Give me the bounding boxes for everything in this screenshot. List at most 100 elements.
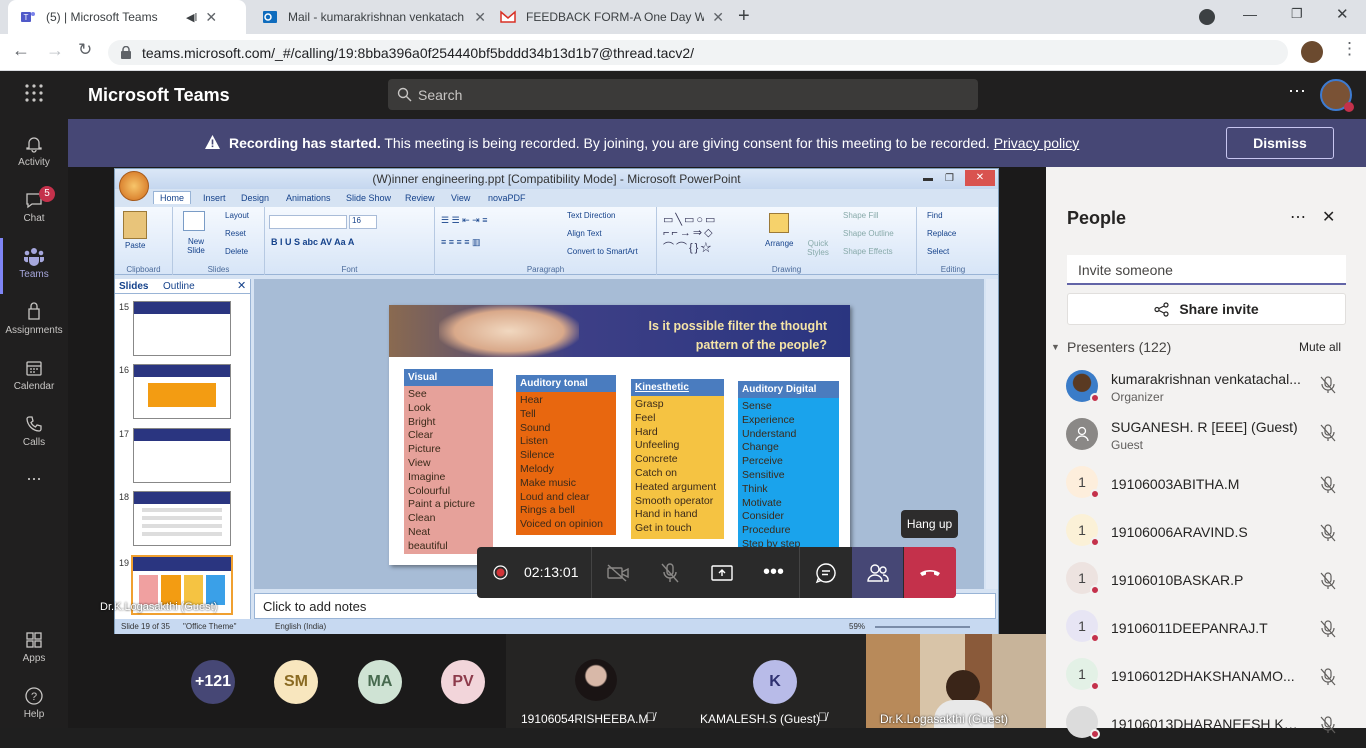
mic-off-icon[interactable] [1320, 572, 1336, 590]
mic-off-icon[interactable] [1320, 716, 1336, 734]
restore-icon[interactable]: ❐ [1291, 6, 1303, 22]
ppt-restore-icon[interactable]: ❐ [945, 169, 954, 189]
participant-row[interactable]: 19106013DHARANEESH KU... [1046, 700, 1366, 748]
ppt-tab-design[interactable]: Design [241, 193, 269, 203]
camera-button[interactable] [592, 547, 643, 598]
align-buttons[interactable]: ≡ ≡ ≡ ≡ ▥ [441, 237, 481, 248]
list-buttons[interactable]: ☰ ☰ ⇤ ⇥ ≡ [441, 215, 487, 226]
rail-more[interactable]: ... [0, 464, 68, 520]
participant-row[interactable]: 1 19106003ABITHA.M [1046, 460, 1366, 508]
participant-row[interactable]: 1 19106006ARAVIND.S [1046, 508, 1366, 556]
font-size-field[interactable]: 16 [349, 215, 377, 229]
ppt-tab-slideshow[interactable]: Slide Show [346, 193, 391, 203]
privacy-policy-link[interactable]: Privacy policy [994, 135, 1080, 151]
slide-thumbnail[interactable] [133, 364, 231, 419]
layout-button[interactable]: Layout [225, 211, 249, 220]
align-text-button[interactable]: Align Text [567, 229, 602, 238]
slide-thumbnail[interactable] [133, 301, 231, 356]
participant-row[interactable]: 1 19106012DHAKSHANAMO... [1046, 652, 1366, 700]
shape-effects-button[interactable]: Shape Effects [843, 247, 893, 256]
outline-tab[interactable]: Outline [163, 281, 195, 292]
font-name-field[interactable] [269, 215, 347, 229]
bold-button[interactable]: B I U S abc AV Aa A [271, 237, 354, 247]
mic-off-icon[interactable] [1320, 668, 1336, 686]
participant-initial-avatar[interactable]: SM [274, 660, 318, 704]
participant-row[interactable]: 1 19106010BASKAR.P [1046, 556, 1366, 604]
vertical-scrollbar[interactable] [986, 279, 998, 589]
paste-icon[interactable] [123, 211, 147, 239]
profile-avatar[interactable] [1301, 41, 1323, 63]
slide-thumbnail[interactable] [133, 428, 231, 483]
ppt-minimize-icon[interactable]: ▬ [923, 169, 933, 189]
participant-initial-avatar[interactable]: PV [441, 660, 485, 704]
close-tab-icon[interactable]: ✕ [205, 9, 217, 26]
participant-row[interactable]: kumarakrishnan venkatachal... Organizer [1046, 364, 1366, 412]
mic-off-icon[interactable] [1320, 376, 1336, 394]
rail-activity[interactable]: Activity [0, 126, 68, 182]
panel-more-icon[interactable]: ⋯ [1290, 207, 1306, 227]
browser-tab-mail[interactable]: Mail - kumarakrishnan venkatach ✕ [250, 0, 486, 34]
close-panel-icon[interactable]: ✕ [1322, 207, 1335, 227]
text-direction-button[interactable]: Text Direction [567, 211, 615, 220]
participant-initial-avatar[interactable]: +121 [191, 660, 235, 704]
participant-row[interactable]: SUGANESH. R [EEE] (Guest) Guest [1046, 412, 1366, 460]
ppt-tab-animations[interactable]: Animations [286, 193, 331, 203]
chat-button[interactable] [800, 547, 851, 598]
speaker-icon[interactable]: ◀ǀ [186, 11, 197, 24]
ppt-tab-insert[interactable]: Insert [203, 193, 226, 203]
mute-all-button[interactable]: Mute all [1299, 340, 1341, 354]
delete-button[interactable]: Delete [225, 247, 248, 256]
ppt-tab-view[interactable]: View [451, 193, 470, 203]
rail-teams[interactable]: Teams [0, 238, 68, 294]
shape-fill-button[interactable]: Shape Fill [843, 211, 879, 220]
shape-outline-button[interactable]: Shape Outline [843, 229, 894, 238]
search-input[interactable]: Search [388, 79, 978, 110]
ppt-tab-review[interactable]: Review [405, 193, 435, 203]
mic-off-icon[interactable] [1320, 476, 1336, 494]
smartart-button[interactable]: Convert to SmartArt [567, 247, 638, 256]
ppt-tab-home[interactable]: Home [153, 191, 192, 204]
hang-up-button[interactable] [904, 547, 956, 598]
more-actions-button[interactable]: ••• [748, 547, 799, 598]
ppt-tab-novapdf[interactable]: novaPDF [488, 193, 526, 203]
close-tab-icon[interactable]: ✕ [712, 9, 724, 26]
presenters-header[interactable]: Presenters (122) [1067, 339, 1171, 355]
rail-assignments[interactable]: Assignments [0, 294, 68, 350]
mic-off-icon[interactable] [1320, 424, 1336, 442]
back-icon[interactable]: ← [12, 40, 30, 61]
mic-off-icon[interactable] [1320, 524, 1336, 542]
rail-calls[interactable]: Calls [0, 406, 68, 462]
collapse-chevron-icon[interactable]: ▼ [1051, 342, 1060, 352]
replace-button[interactable]: Replace [927, 229, 956, 238]
rail-help[interactable]: ? Help [0, 678, 68, 734]
slide-thumbnail[interactable] [133, 491, 231, 546]
slides-tab[interactable]: Slides [119, 281, 148, 292]
profile-menu-icon[interactable] [1199, 9, 1215, 25]
new-slide-icon[interactable] [183, 211, 205, 231]
participants-button[interactable] [852, 547, 903, 598]
reload-icon[interactable]: ↻ [78, 40, 92, 60]
dismiss-button[interactable]: Dismiss [1226, 127, 1334, 159]
ppt-close-icon[interactable]: ✕ [965, 170, 995, 186]
forward-icon[interactable]: → [46, 40, 64, 61]
zoom-slider[interactable] [875, 626, 970, 628]
share-button[interactable] [696, 547, 747, 598]
close-window-icon[interactable]: ✕ [1336, 5, 1349, 23]
more-options-icon[interactable]: ⋯ [1288, 81, 1306, 102]
mic-button[interactable] [644, 547, 695, 598]
browser-menu-icon[interactable]: ⋮ [1341, 39, 1358, 59]
shapes-gallery[interactable]: ▭╲▭○▭ ⌐⌐→⇒◇ ⌒⌒{}☆ [663, 213, 717, 255]
share-invite-button[interactable]: Share invite [1067, 293, 1346, 325]
participant-initial-avatar[interactable]: MA [358, 660, 402, 704]
select-button[interactable]: Select [927, 247, 949, 256]
rail-chat[interactable]: Chat 5 [0, 182, 68, 238]
close-tab-icon[interactable]: ✕ [474, 9, 486, 26]
reset-button[interactable]: Reset [225, 229, 246, 238]
rail-apps[interactable]: Apps [0, 622, 68, 678]
rail-calendar[interactable]: Calendar [0, 350, 68, 406]
browser-tab-feedback[interactable]: FEEDBACK FORM-A One Day Wo ✕ [488, 0, 724, 34]
mic-off-icon[interactable] [1320, 620, 1336, 638]
minimize-icon[interactable]: — [1243, 6, 1257, 22]
arrange-icon[interactable] [769, 213, 789, 233]
app-launcher-icon[interactable] [24, 83, 44, 103]
